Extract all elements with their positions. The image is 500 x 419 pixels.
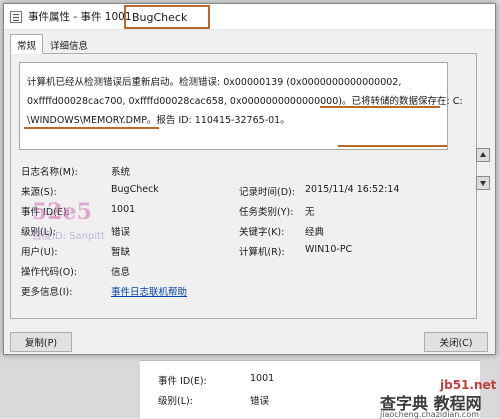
bg-event-id-value: 1001 xyxy=(250,373,275,384)
source-label: 来源(S): xyxy=(21,187,57,198)
annotation-underline xyxy=(24,127,159,129)
watermark: 52e5 百度ID: Sanpitt xyxy=(32,199,122,242)
title-highlight-box: BugCheck xyxy=(124,5,210,29)
keywords-label: 关键字(K): xyxy=(239,227,285,238)
more-info-label: 更多信息(I): xyxy=(21,287,73,298)
opcode-value: 信息 xyxy=(111,267,131,278)
close-button[interactable]: 关闭(C) xyxy=(424,332,488,352)
user-label: 用户(U): xyxy=(21,247,58,258)
event-description-box[interactable]: 计算机已经从检测错误后重新启动。检测错误: 0x00000139 (0x0000… xyxy=(19,62,463,150)
user-value: 暂缺 xyxy=(111,247,131,258)
annotation-underline xyxy=(338,145,447,147)
logged-value: 2015/11/4 16:52:14 xyxy=(305,184,400,195)
tab-details[interactable]: 详细信息 xyxy=(43,34,95,54)
event-log-online-help-link[interactable]: 事件日志联机帮助 xyxy=(111,284,187,298)
log-name-label: 日志名称(M): xyxy=(21,167,78,178)
window-title: 事件属性 - 事件 1001 xyxy=(28,11,132,23)
scroll-up-icon[interactable] xyxy=(476,148,490,162)
tab-bar: 常规 详细信息 xyxy=(10,34,95,54)
computer-value: WIN10-PC xyxy=(305,244,353,255)
logged-label: 记录时间(D): xyxy=(239,187,295,198)
task-category-value: 无 xyxy=(305,207,315,218)
bg-level-label: 级别(L): xyxy=(158,396,193,407)
description-line: 计算机已经从检测错误后重新启动。检测错误: 0x00000139 (0x0000… xyxy=(27,77,402,88)
watermark-text: 百度ID: Sanpitt xyxy=(32,231,105,242)
keywords-value: 经典 xyxy=(305,227,325,238)
watermark-logo: 52e5 xyxy=(32,199,92,225)
copy-button[interactable]: 复制(P) xyxy=(10,332,72,352)
annotation-underline xyxy=(320,106,440,108)
tab-general[interactable]: 常规 xyxy=(10,34,44,54)
title-bar: 事件属性 - 事件 1001 xyxy=(4,4,495,30)
opcode-label: 操作代码(O): xyxy=(21,267,78,278)
log-name-value: 系统 xyxy=(111,167,131,178)
bg-level-value: 错误 xyxy=(250,396,270,407)
task-category-label: 任务类别(Y): xyxy=(239,207,294,218)
bg-event-id-label: 事件 ID(E): xyxy=(158,376,207,387)
description-line: 0xffffd00028cac700, 0xffffd00028cac658, … xyxy=(27,96,463,107)
event-properties-dialog: 事件属性 - 事件 1001 BugCheck 常规 详细信息 计算机已经从检测… xyxy=(3,3,496,355)
scroll-down-icon[interactable] xyxy=(476,176,490,190)
source-value: BugCheck xyxy=(111,184,159,195)
background-scroll-arrows xyxy=(476,148,490,204)
corner-watermark: jb51.net 查字典 教程网 jiaocheng.chazidian.com xyxy=(380,378,498,419)
computer-label: 计算机(R): xyxy=(239,247,285,258)
title-highlight-text: BugCheck xyxy=(132,10,188,24)
general-tab-panel: 计算机已经从检测错误后重新启动。检测错误: 0x00000139 (0x0000… xyxy=(10,53,477,319)
event-viewer-icon xyxy=(10,10,22,23)
